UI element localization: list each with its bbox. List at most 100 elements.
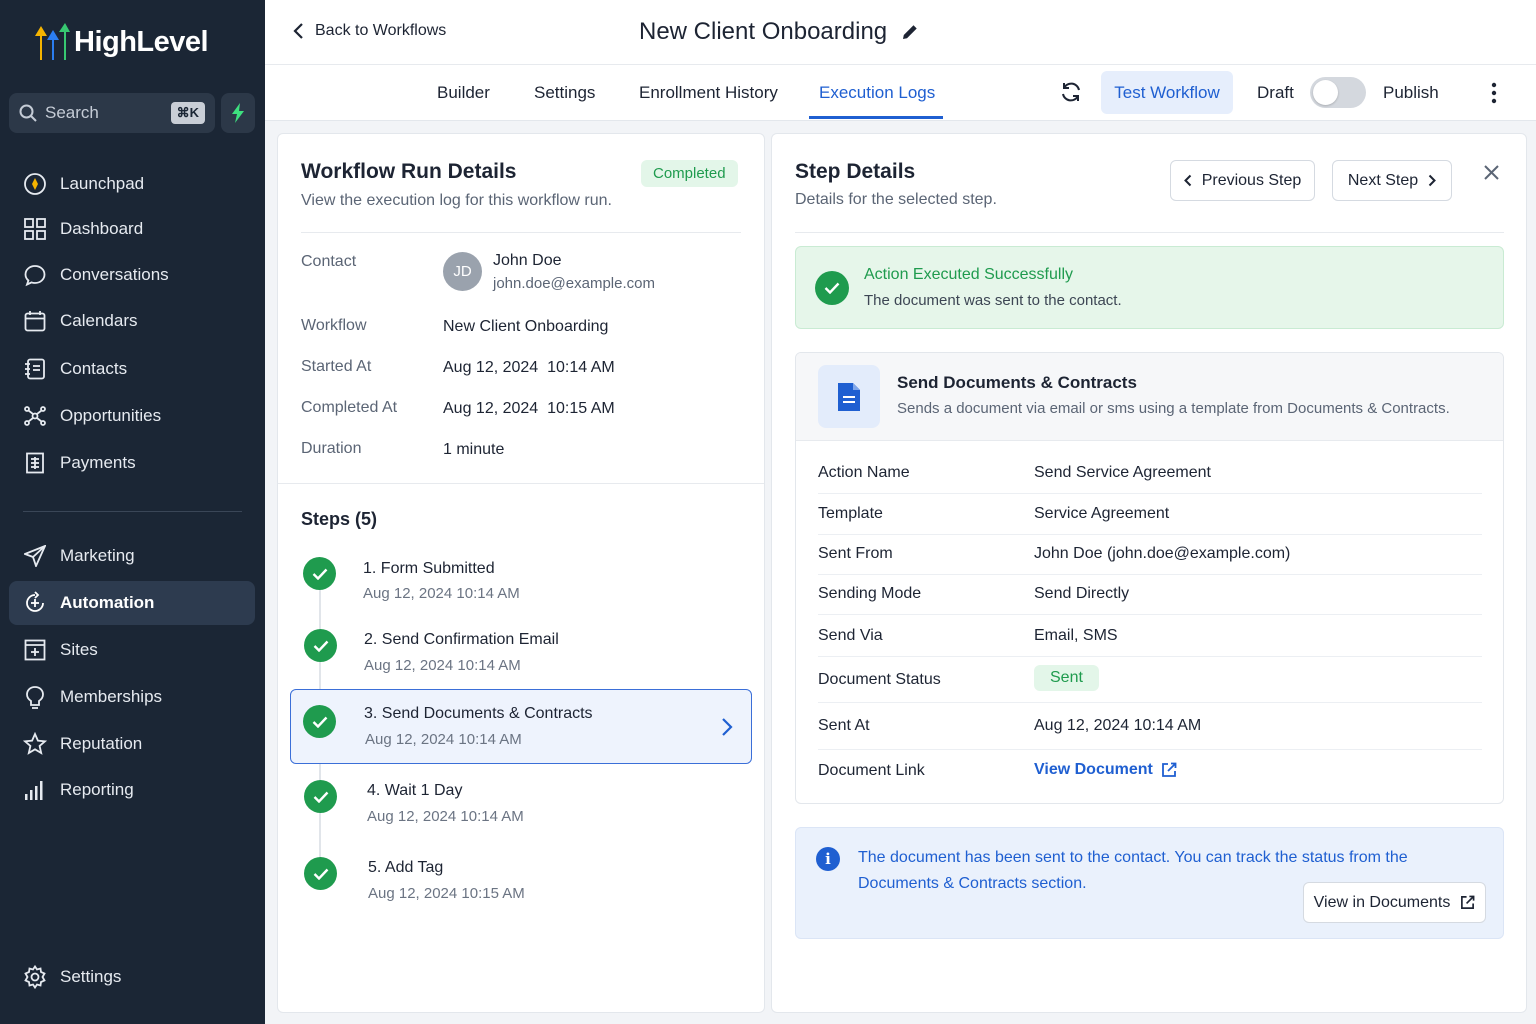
view-in-documents-button[interactable]: View in Documents [1303, 882, 1486, 923]
status-badge: Completed [641, 160, 738, 187]
check-circle-icon [303, 557, 336, 590]
steps-title: Steps (5) [301, 509, 378, 529]
publish-toggle[interactable] [1310, 77, 1366, 108]
sidebar-item-label: Contacts [60, 359, 128, 378]
detail-key: Action Name [818, 464, 910, 481]
contact-label: Contact [301, 253, 357, 270]
workflow-value: New Client Onboarding [443, 318, 609, 335]
sidebar-item-reputation[interactable]: Reputation [9, 722, 255, 766]
chat-bubble-icon [22, 262, 48, 288]
step-name: 3. Send Documents & Contracts [364, 705, 593, 722]
step-time: Aug 12, 2024 10:14 AM [365, 731, 522, 748]
memberships-icon [22, 684, 48, 710]
test-workflow-button[interactable]: Test Workflow [1101, 71, 1233, 114]
sidebar-item-sites[interactable]: Sites [9, 628, 255, 672]
sidebar-item-launchpad[interactable]: Launchpad [9, 162, 255, 206]
close-icon[interactable] [1484, 165, 1499, 180]
sites-icon [22, 637, 48, 663]
pencil-edit-icon[interactable] [901, 23, 919, 41]
contact-name[interactable]: John Doe [493, 252, 562, 270]
check-circle-icon [304, 780, 337, 813]
external-link-icon [1461, 895, 1475, 909]
step-item-2[interactable]: 2. Send Confirmation Email Aug 12, 2024 … [290, 623, 752, 698]
started-at-label: Started At [301, 358, 372, 375]
sidebar-item-opportunities[interactable]: Opportunities [9, 394, 255, 438]
tab-execution-logs[interactable]: Execution Logs [819, 83, 935, 103]
publish-label: Publish [1383, 83, 1439, 102]
step-name: 1. Form Submitted [363, 560, 495, 577]
bar-chart-icon [22, 777, 48, 803]
previous-step-button[interactable]: Previous Step [1170, 160, 1315, 201]
sidebar-item-memberships[interactable]: Memberships [9, 675, 255, 719]
completed-at-label: Completed At [301, 399, 398, 416]
sidebar-item-label: Reputation [60, 734, 143, 753]
chevron-left-icon [293, 23, 303, 39]
sidebar-item-automation[interactable]: Automation [9, 581, 255, 625]
gear-icon [22, 964, 48, 990]
detail-row-document-link: Document Link View Document [818, 751, 1482, 795]
detail-row-template: Template Service Agreement [818, 494, 1482, 535]
sidebar-item-contacts[interactable]: Contacts [9, 347, 255, 391]
highlevel-logo-icon [35, 23, 70, 60]
detail-key: Send Via [818, 627, 883, 644]
quick-actions-button[interactable] [221, 93, 255, 133]
tab-enrollment-history[interactable]: Enrollment History [639, 83, 778, 103]
external-link-icon [1161, 762, 1177, 777]
sidebar-item-dashboard[interactable]: Dashboard [9, 207, 255, 251]
started-at-value: Aug 12, 2024 10:14 AM [443, 359, 615, 376]
sidebar-item-marketing[interactable]: Marketing [9, 534, 255, 578]
sidebar-divider [23, 511, 242, 512]
tab-settings[interactable]: Settings [534, 83, 595, 103]
step-name: 5. Add Tag [368, 859, 444, 876]
step-item-3-selected[interactable]: 3. Send Documents & Contracts Aug 12, 20… [290, 689, 752, 764]
step-item-5[interactable]: 5. Add Tag Aug 12, 2024 10:15 AM [290, 851, 752, 926]
workflow-run-panel: Workflow Run Details View the execution … [277, 133, 765, 1013]
sidebar-item-settings[interactable]: Settings [9, 955, 255, 999]
detail-value: Email, SMS [1034, 627, 1118, 644]
sidebar-item-label: Reporting [60, 780, 134, 799]
completed-at-value: Aug 12, 2024 10:15 AM [443, 400, 615, 417]
check-circle-icon [304, 629, 337, 662]
check-circle-icon [303, 705, 336, 738]
success-title: Action Executed Successfully [864, 266, 1073, 283]
step-time: Aug 12, 2024 10:15 AM [368, 885, 525, 902]
more-options-icon[interactable] [1491, 82, 1497, 104]
search-box[interactable]: Search ⌘K [9, 93, 215, 133]
back-to-workflows-link[interactable]: Back to Workflows [293, 22, 446, 40]
step-details-panel: Step Details Details for the selected st… [771, 133, 1527, 1013]
next-step-button[interactable]: Next Step [1332, 160, 1452, 201]
sidebar-item-reporting[interactable]: Reporting [9, 768, 255, 812]
brand-logo[interactable]: HighLevel [32, 22, 209, 62]
view-document-link[interactable]: View Document [1034, 761, 1177, 779]
step-item-1[interactable]: 1. Form Submitted Aug 12, 2024 10:14 AM [290, 552, 752, 627]
detail-row-sent-at: Sent At Aug 12, 2024 10:14 AM [818, 705, 1482, 750]
action-title: Send Documents & Contracts [897, 373, 1137, 392]
page-title: New Client Onboarding [639, 18, 888, 45]
run-details-subtitle: View the execution log for this workflow… [301, 192, 612, 209]
lightning-icon [232, 103, 244, 123]
step-item-4[interactable]: 4. Wait 1 Day Aug 12, 2024 10:14 AM [290, 774, 752, 849]
view-document-label: View Document [1034, 761, 1153, 778]
detail-key: Document Status [818, 671, 941, 688]
info-alert: i The document has been sent to the cont… [795, 827, 1504, 939]
step-details-subtitle: Details for the selected step. [795, 191, 997, 208]
sidebar-item-calendars[interactable]: Calendars [9, 299, 255, 343]
divider [301, 232, 741, 233]
search-label: Search [45, 103, 99, 122]
sidebar-item-payments[interactable]: Payments [9, 441, 255, 485]
action-header: Send Documents & Contracts Sends a docum… [796, 353, 1503, 441]
search-shortcut: ⌘K [170, 102, 205, 124]
detail-key: Template [818, 505, 883, 522]
success-alert: Action Executed Successfully The documen… [795, 246, 1504, 329]
detail-key: Sending Mode [818, 585, 922, 602]
star-icon [22, 731, 48, 757]
sidebar-item-conversations[interactable]: Conversations [9, 253, 255, 297]
detail-row-sending-mode: Sending Mode Send Directly [818, 574, 1482, 615]
detail-value: Send Directly [1034, 585, 1130, 602]
divider [278, 483, 764, 484]
contacts-icon [22, 356, 48, 382]
tab-builder[interactable]: Builder [437, 83, 490, 103]
top-header: Back to Workflows New Client Onboarding [265, 0, 1536, 65]
detail-key: Sent At [818, 717, 870, 734]
refresh-icon[interactable] [1060, 81, 1082, 103]
